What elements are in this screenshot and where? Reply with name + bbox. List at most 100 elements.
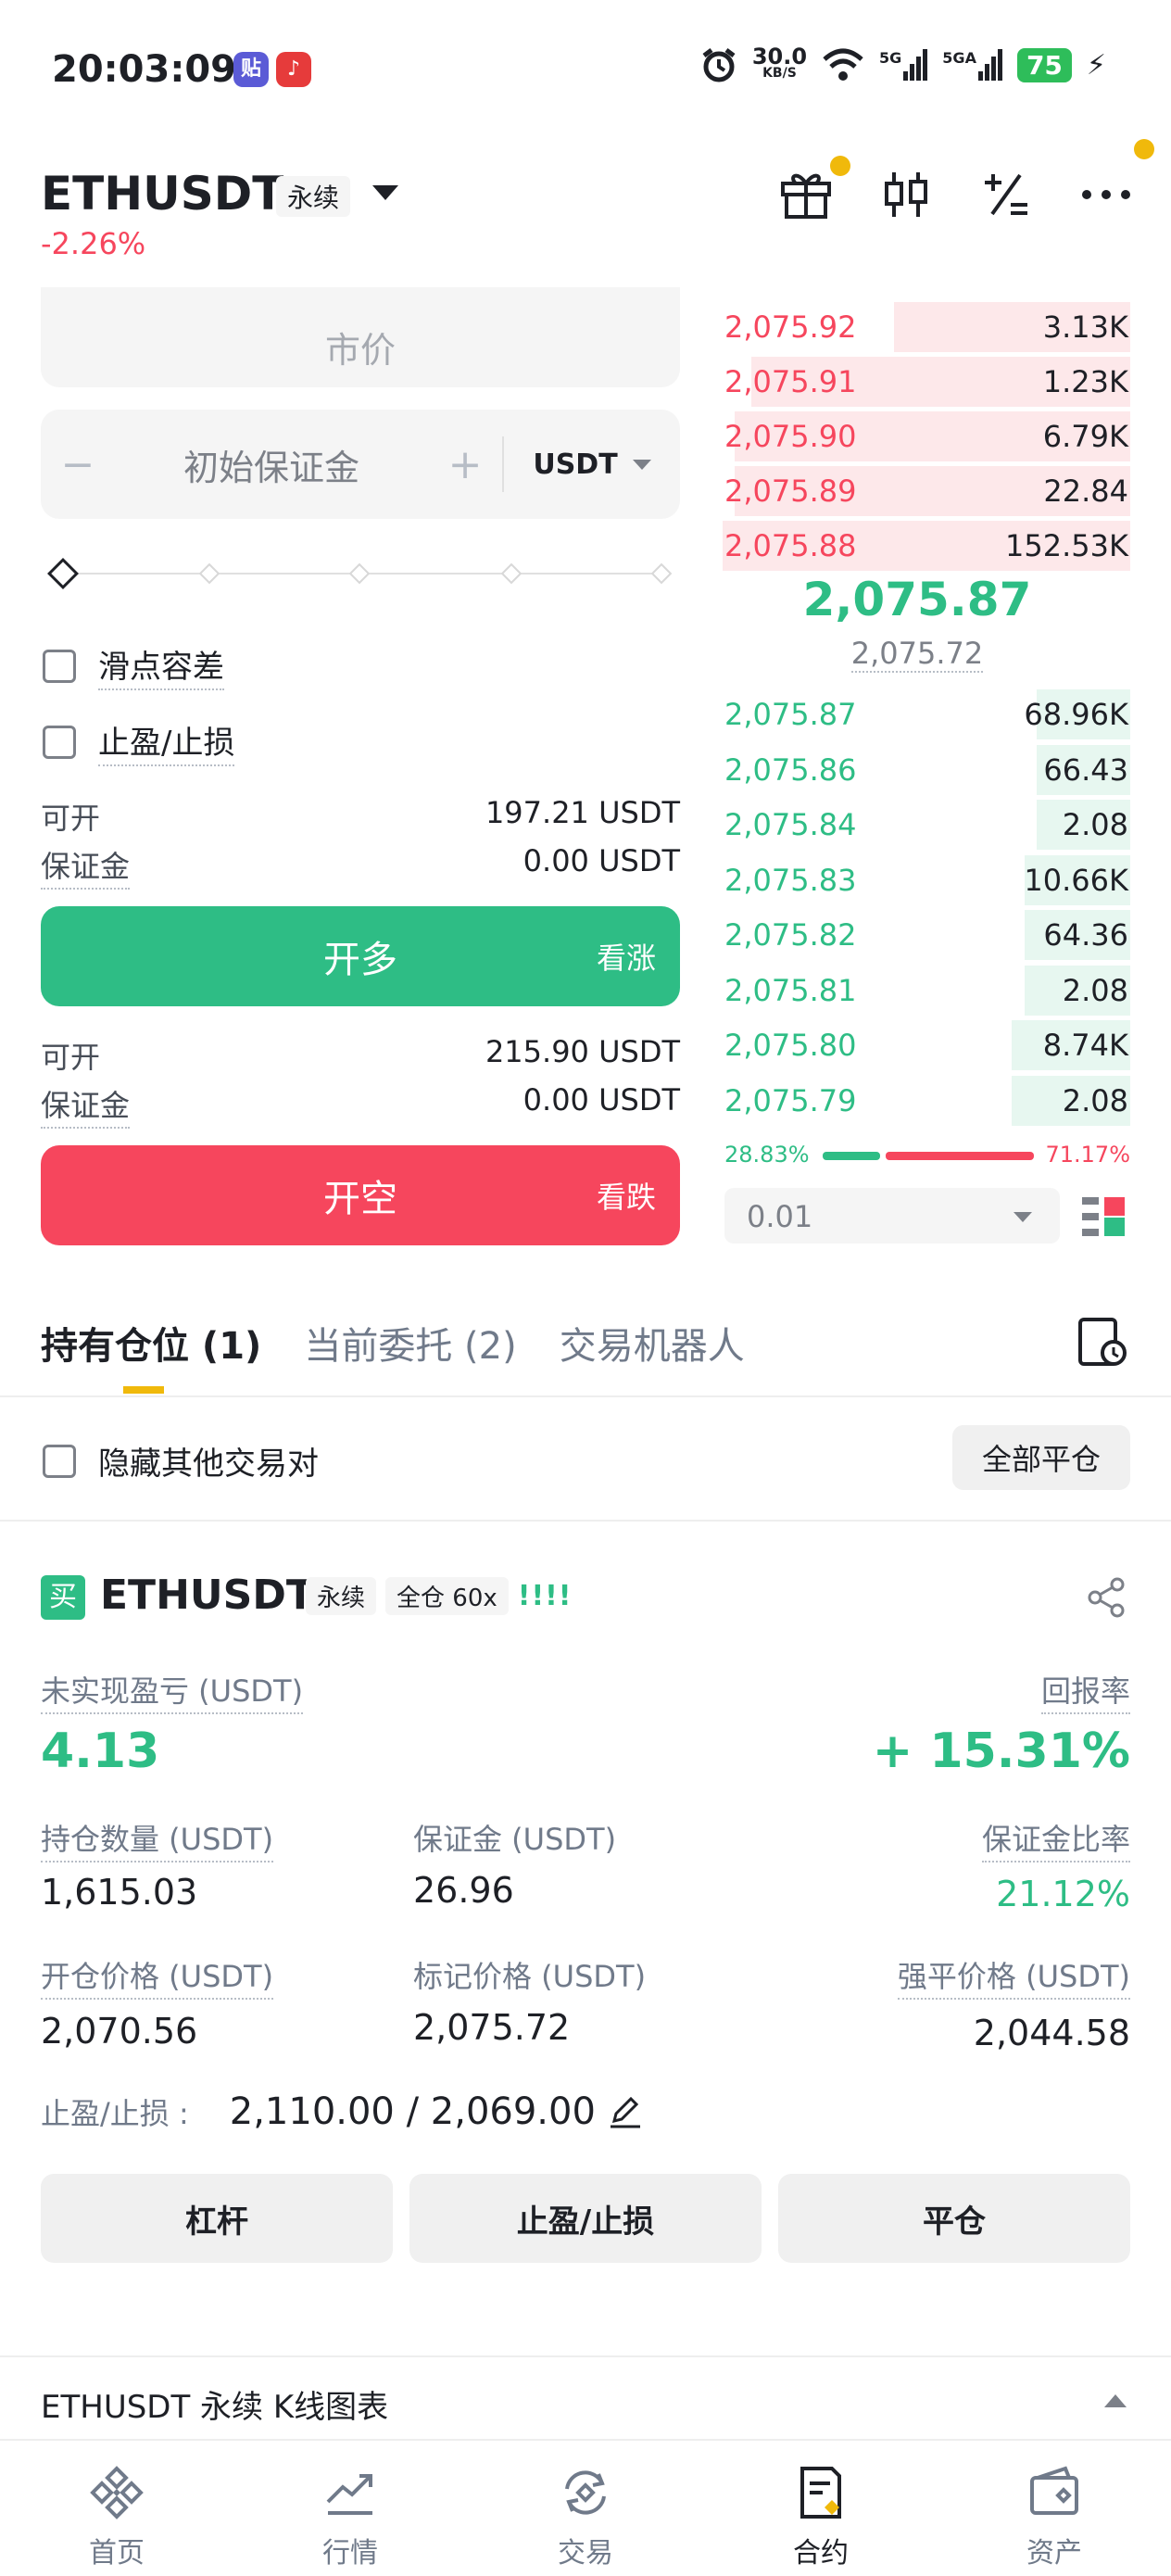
slider-tick[interactable] [198,562,220,585]
status-bar: 20:03:09 贴 ♪ 30.0 KB/S 5G 5GA 75 ⚡ [0,0,1171,139]
bid-row[interactable]: 2,075.86 66.43 [723,743,1130,797]
roe-label: 回报率 [1040,1668,1130,1714]
share-icon[interactable] [1086,1577,1127,1618]
bid-quantity: 2.08 [1062,1082,1128,1118]
bid-row[interactable]: 2,075.83 10.66K [723,853,1130,907]
slippage-checkbox[interactable] [43,649,76,683]
margin-value: 26.96 [413,1870,514,1911]
tpsl-checkbox[interactable] [43,725,76,759]
alarm-icon [702,48,736,82]
ask-row[interactable]: 2,075.90 6.79K [723,410,1130,463]
position-tabs: 持有仓位 (1) 当前委托 (2) 交易机器人 [41,1316,745,1370]
nav-wallet[interactable]: 资产 [980,2465,1128,2570]
tab-trading-bots[interactable]: 交易机器人 [560,1316,745,1370]
ask-quantity: 152.53K [1005,528,1128,563]
ask-row[interactable]: 2,075.88 152.53K [723,519,1130,573]
bid-row[interactable]: 2,075.80 8.74K [723,1018,1130,1072]
slippage-option[interactable]: 滑点容差 [43,641,224,690]
tpsl-option[interactable]: 止盈/止损 [43,717,235,766]
mark-price-value: 2,075.72 [413,2007,571,2048]
chevron-down-icon [1014,1212,1032,1222]
nav-futures-label: 合约 [793,2537,849,2570]
tpsl-row-value: 2,110.00 / 2,069.00 [229,2090,596,2133]
margin-ratio-value: 21.12% [996,1874,1130,1914]
bid-price: 2,075.82 [724,917,857,953]
bid-row[interactable]: 2,075.79 2.08 [723,1074,1130,1128]
order-type-selector[interactable]: 市价 [41,287,680,387]
mark-price-label: 标记价格 (USDT) [413,1959,647,1994]
bid-quantity: 2.08 [1062,807,1128,842]
last-price[interactable]: 2,075.87 [723,573,1112,626]
bid-row[interactable]: 2,075.84 2.08 [723,798,1130,852]
position-size-label: 持仓数量 (USDT) [41,1816,274,1863]
decrease-button[interactable]: − [41,441,115,488]
nav-home-label: 首页 [89,2537,145,2570]
bid-quantity: 64.36 [1043,917,1128,953]
chart-button[interactable] [878,167,934,222]
gift-button[interactable] [778,156,850,222]
battery-indicator: 75 [1016,47,1072,82]
unrealized-pnl-value: 4.13 [41,1724,160,1779]
symbol-title[interactable]: ETHUSDT [41,167,283,221]
markets-icon [326,2474,372,2515]
unit-selector[interactable]: USDT [504,448,680,481]
hide-other-pairs-checkbox[interactable] [43,1444,76,1478]
increase-button[interactable]: + [428,441,502,488]
bid-row[interactable]: 2,075.87 68.96K [723,688,1130,741]
tpsl-label: 止盈/止损 [98,717,235,766]
hide-other-pairs-label: 隐藏其他交易对 [98,1446,319,1483]
chevron-down-icon [632,459,651,470]
slider-tick[interactable] [348,562,371,585]
leverage-button[interactable]: 杠杆 [41,2174,393,2263]
buy-sell-ratio: 28.83% 71.17% [724,1140,1130,1173]
hide-other-pairs[interactable]: 隐藏其他交易对 [43,1438,319,1484]
chevron-up-icon [1104,2394,1127,2407]
divider [0,1520,1171,1522]
ask-quantity: 3.13K [1042,309,1128,345]
close-position-button[interactable]: 平仓 [778,2174,1130,2263]
tab-open-orders[interactable]: 当前委托 (2) [304,1316,516,1370]
nav-futures[interactable]: 合约 [747,2465,895,2570]
calculator-button[interactable] [978,167,1034,222]
bid-quantity: 68.96K [1024,697,1128,732]
book-layout-icon[interactable] [1082,1195,1125,1238]
order-history-icon[interactable] [1077,1316,1128,1368]
margin-placeholder[interactable]: 初始保证金 [115,439,428,490]
header-actions [778,139,1154,222]
tpsl-row[interactable]: 止盈/止损 : 2,110.00 / 2,069.00 [41,2090,644,2133]
nav-trade[interactable]: 交易 [511,2465,660,2570]
precision-selector[interactable]: 0.01 [724,1188,1060,1244]
tpsl-button[interactable]: 止盈/止损 [409,2174,762,2263]
slider-tick[interactable] [500,562,523,585]
margin-mode-tag[interactable]: 全仓 60x [385,1577,509,1615]
ask-row[interactable]: 2,075.91 1.23K [723,355,1130,409]
open-long-button[interactable]: 开多 看涨 [41,906,680,1006]
ask-row[interactable]: 2,075.92 3.13K [723,300,1130,354]
more-button[interactable] [1078,139,1154,222]
tab-positions[interactable]: 持有仓位 (1) [41,1316,261,1370]
nav-wallet-label: 资产 [1026,2537,1082,2570]
initial-margin-input[interactable]: − 初始保证金 + USDT [41,410,680,519]
ask-quantity: 1.23K [1042,364,1128,399]
bid-row[interactable]: 2,075.81 2.08 [723,964,1130,1017]
long-margin: 保证金 0.00 USDT [41,843,680,890]
symbol-dropdown-icon[interactable] [372,185,398,200]
close-all-button[interactable]: 全部平仓 [952,1425,1130,1490]
entry-price-value: 2,070.56 [41,2011,198,2052]
open-short-button[interactable]: 开空 看跌 [41,1145,680,1245]
bid-price: 2,075.80 [724,1028,857,1063]
status-icons: 30.0 KB/S 5G 5GA 75 ⚡ [700,45,1106,83]
edit-icon[interactable] [607,2093,644,2130]
kline-chart-label: ETHUSDT 永续 K线图表 [41,2389,389,2426]
entry-price-label: 开仓价格 (USDT) [41,1953,274,2000]
bid-row[interactable]: 2,075.82 64.36 [723,908,1130,962]
nav-home[interactable]: 首页 [43,2465,191,2570]
kline-chart-toggle[interactable]: ETHUSDT 永续 K线图表 [0,2355,1171,2439]
nav-markets[interactable]: 行情 [276,2465,424,2570]
position-symbol[interactable]: ETHUSDT [100,1572,314,1619]
leverage-slider[interactable] [46,556,673,593]
ask-row[interactable]: 2,075.89 22.84 [723,464,1130,518]
slider-tick[interactable] [650,562,673,585]
notification-dot [1134,139,1154,159]
slider-handle[interactable] [47,558,79,589]
